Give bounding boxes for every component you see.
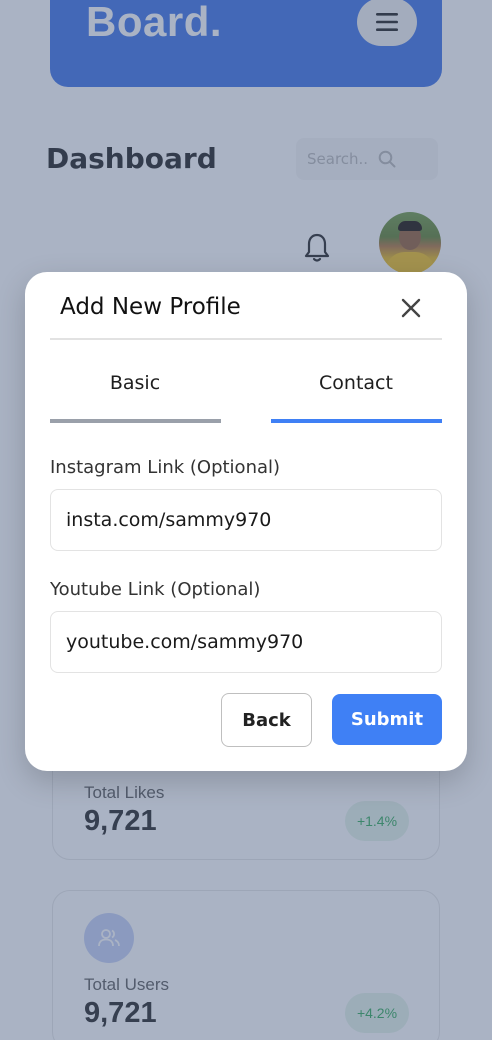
tab-contact[interactable]: Contact <box>271 372 441 394</box>
instagram-link-input[interactable] <box>50 489 442 551</box>
youtube-label: Youtube Link (Optional) <box>50 579 261 600</box>
back-button[interactable]: Back <box>221 693 312 747</box>
add-profile-modal: Add New Profile Basic Contact Instagram … <box>25 272 467 771</box>
modal-divider <box>50 338 442 340</box>
youtube-link-input[interactable] <box>50 611 442 673</box>
close-button[interactable] <box>399 296 423 320</box>
tab-basic-underline <box>50 419 221 423</box>
tab-basic[interactable]: Basic <box>50 372 220 394</box>
modal-title: Add New Profile <box>60 294 241 320</box>
submit-button[interactable]: Submit <box>332 694 442 745</box>
instagram-label: Instagram Link (Optional) <box>50 457 281 478</box>
tab-contact-underline <box>271 419 442 423</box>
close-icon <box>401 298 421 318</box>
